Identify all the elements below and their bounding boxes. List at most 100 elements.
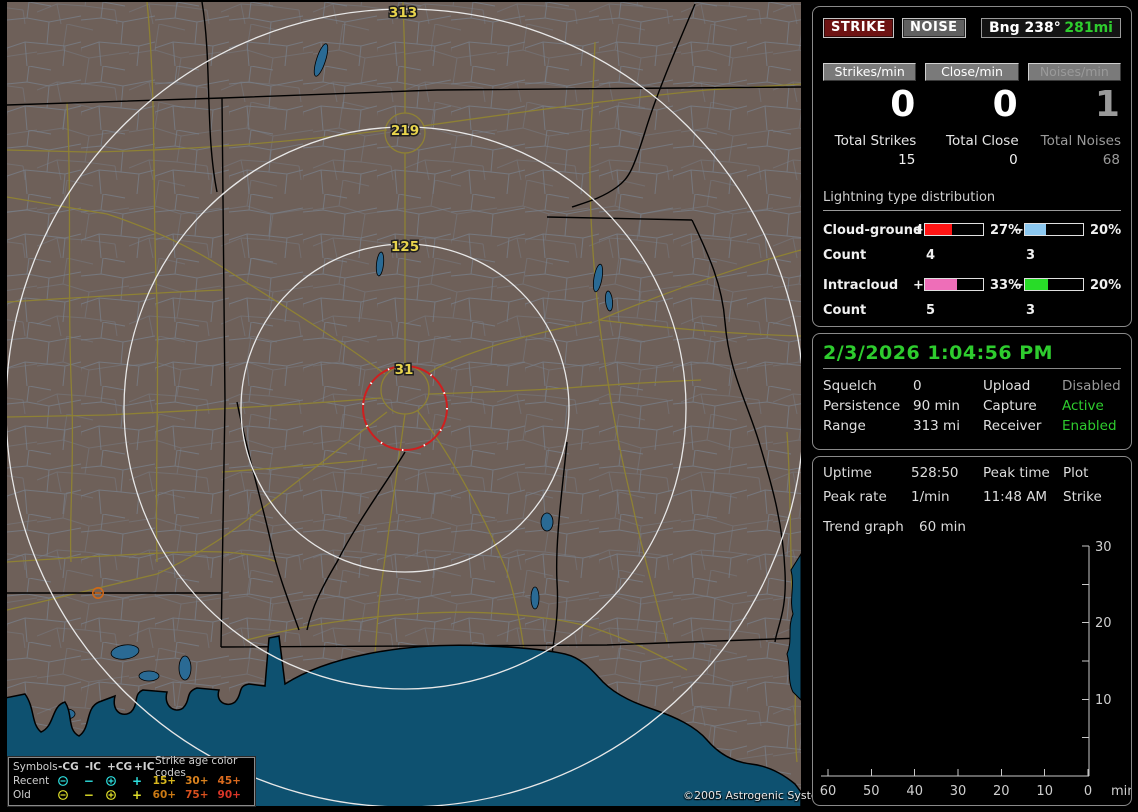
persistence-value: 90 min bbox=[913, 398, 960, 414]
intracloud-row: Intracloud + 33% − 20% bbox=[823, 277, 1122, 293]
cg-plus-bar bbox=[924, 222, 984, 236]
plus-sign: + bbox=[913, 277, 924, 293]
svg-text:50: 50 bbox=[863, 784, 880, 799]
ic-minus-pct: 20% bbox=[1090, 277, 1122, 293]
bearing-range: 281mi bbox=[1064, 20, 1113, 36]
circle-plus-icon bbox=[105, 775, 132, 787]
legend-col-neg-cg: -CG bbox=[58, 761, 79, 773]
trend-y-tick-labels: 30 20 10 bbox=[1095, 540, 1112, 708]
strikes-rate: 0 bbox=[890, 84, 916, 125]
plus-icon: + bbox=[131, 774, 143, 788]
peak-rate-label: Peak rate bbox=[823, 489, 887, 505]
receiver-value: Enabled bbox=[1062, 418, 1117, 434]
circle-minus-icon bbox=[57, 789, 84, 801]
age-code-60: 60+ bbox=[152, 789, 177, 801]
noises-per-min-button[interactable]: Noises/min bbox=[1027, 63, 1121, 81]
uptime-value: 528:50 bbox=[911, 465, 959, 481]
map-canvas: 313 219 125 31 bbox=[7, 2, 801, 806]
divider bbox=[823, 368, 1121, 369]
legend-col-pos-ic: +IC bbox=[134, 761, 155, 773]
svg-text:60: 60 bbox=[820, 784, 837, 799]
svg-text:40: 40 bbox=[906, 784, 923, 799]
capture-label: Capture bbox=[983, 398, 1037, 414]
noise-button[interactable]: NOISE bbox=[902, 18, 966, 38]
persistence-label: Persistence bbox=[823, 398, 901, 414]
legend-row-recent: Recent − + 15+ 30+ 45+ bbox=[13, 774, 250, 788]
upload-value: Disabled bbox=[1062, 378, 1121, 394]
trend-graph-value: 60 min bbox=[919, 519, 966, 535]
close-column: Close/min 0 Total Close 0 bbox=[925, 63, 1019, 168]
strike-button[interactable]: STRIKE bbox=[823, 18, 895, 38]
svg-text:30: 30 bbox=[1095, 540, 1112, 555]
radar-map[interactable]: 313 219 125 31 Symbols -CG -IC +CG +IC S… bbox=[7, 2, 834, 806]
svg-text:30: 30 bbox=[950, 784, 967, 799]
datetime-display: 2/3/2026 1:04:56 PM bbox=[823, 342, 1054, 364]
cg-plus-count: 4 bbox=[926, 247, 936, 263]
svg-text:10: 10 bbox=[1036, 784, 1053, 799]
circle-minus-icon bbox=[57, 775, 84, 787]
trend-chart: 30 20 10 60 50 40 30 20 10 0 min bbox=[820, 540, 1131, 799]
svg-text:20: 20 bbox=[1095, 616, 1112, 631]
close-per-min-button[interactable]: Close/min bbox=[925, 63, 1019, 81]
noises-column: Noises/min 1 Total Noises 68 bbox=[1027, 63, 1121, 168]
peak-time-label: Peak time bbox=[983, 465, 1050, 481]
trend-graph-label: Trend graph bbox=[823, 519, 904, 535]
minus-sign: − bbox=[1013, 277, 1024, 293]
squelch-label: Squelch bbox=[823, 378, 877, 394]
trend-x-unit: min bbox=[1111, 784, 1131, 799]
age-code-75: 75+ bbox=[185, 789, 209, 801]
total-noises-value: 68 bbox=[1102, 151, 1120, 168]
legend-col-neg-ic: -IC bbox=[85, 761, 101, 773]
cloud-ground-row: Cloud-ground + 27% − 20% bbox=[823, 222, 1122, 238]
circle-plus-icon bbox=[105, 789, 132, 801]
legend-row-old: Old − + 60+ 75+ 90+ bbox=[13, 788, 250, 802]
strikes-per-min-button[interactable]: Strikes/min bbox=[823, 63, 917, 81]
minus-icon: − bbox=[83, 788, 94, 802]
status-panel: 2/3/2026 1:04:56 PM Squelch 0 Upload Dis… bbox=[812, 333, 1132, 450]
total-strikes-label: Total Strikes bbox=[834, 132, 917, 149]
legend-symbols-header: Symbols bbox=[13, 761, 58, 773]
receiver-label: Receiver bbox=[983, 418, 1042, 434]
total-strikes-value: 15 bbox=[898, 151, 916, 168]
ring-label-125: 125 bbox=[391, 239, 419, 255]
bearing-display: Bng 238° 281mi bbox=[981, 18, 1121, 38]
age-code-45: 45+ bbox=[217, 775, 241, 787]
ic-minus-bar bbox=[1024, 277, 1084, 291]
trend-x-tick-labels: 60 50 40 30 20 10 0 min bbox=[820, 784, 1131, 799]
cg-minus-pct: 20% bbox=[1090, 222, 1122, 238]
legend-col-pos-cg: +CG bbox=[107, 761, 133, 773]
ic-minus-count: 3 bbox=[1026, 302, 1036, 318]
age-code-90: 90+ bbox=[217, 789, 241, 801]
svg-text:10: 10 bbox=[1095, 693, 1112, 708]
capture-value: Active bbox=[1062, 398, 1104, 414]
bearing-label: Bng 238° bbox=[989, 20, 1061, 36]
total-close-label: Total Close bbox=[946, 132, 1019, 149]
ring-label-31: 31 bbox=[395, 362, 414, 378]
total-close-value: 0 bbox=[1009, 151, 1018, 168]
distribution-header: Lightning type distribution bbox=[823, 190, 1121, 211]
ring-label-219: 219 bbox=[391, 123, 419, 139]
range-label: Range bbox=[823, 418, 866, 434]
noises-rate: 1 bbox=[1094, 84, 1120, 125]
trend-panel: Uptime 528:50 Peak time Plot Peak rate 1… bbox=[812, 456, 1132, 806]
age-code-15: 15+ bbox=[152, 775, 177, 787]
ring-label-313: 313 bbox=[389, 5, 417, 21]
range-value: 313 mi bbox=[913, 418, 960, 434]
strikes-column: Strikes/min 0 Total Strikes 15 bbox=[823, 63, 917, 168]
plus-icon: + bbox=[131, 788, 143, 802]
ic-plus-count: 5 bbox=[926, 302, 936, 318]
squelch-value: 0 bbox=[913, 378, 922, 394]
minus-sign: − bbox=[1013, 222, 1024, 238]
cg-minus-count: 3 bbox=[1026, 247, 1036, 263]
svg-text:20: 20 bbox=[993, 784, 1010, 799]
cg-minus-bar bbox=[1024, 222, 1084, 236]
plot-label: Plot bbox=[1063, 465, 1089, 481]
plot-value: Strike bbox=[1063, 489, 1102, 505]
upload-label: Upload bbox=[983, 378, 1031, 394]
age-code-30: 30+ bbox=[185, 775, 209, 787]
map-legend: Symbols -CG -IC +CG +IC Strike age color… bbox=[8, 755, 255, 806]
uptime-label: Uptime bbox=[823, 465, 872, 481]
plus-sign: + bbox=[913, 222, 924, 238]
close-rate: 0 bbox=[992, 84, 1018, 125]
intracloud-count-row: Count 5 3 bbox=[823, 302, 1036, 318]
